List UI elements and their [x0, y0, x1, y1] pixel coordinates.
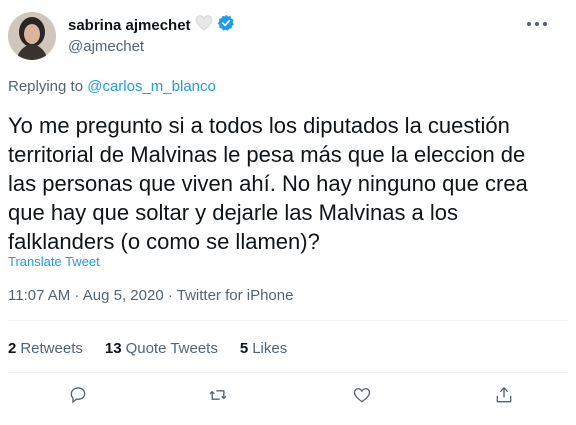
like-icon[interactable] — [350, 383, 374, 407]
author-handle[interactable]: @ajmechet — [68, 38, 144, 55]
share-icon[interactable] — [492, 383, 516, 407]
reply-icon[interactable] — [66, 383, 90, 407]
tweet-stats: 2 Retweets 13 Quote Tweets 5 Likes — [8, 340, 287, 357]
avatar-image — [8, 12, 56, 60]
author-name-row: sabrina ajmechet — [68, 14, 235, 37]
translate-tweet-link[interactable]: Translate Tweet — [8, 254, 100, 269]
verified-badge-icon — [217, 14, 235, 37]
quote-tweets-count: 13 — [104, 340, 122, 357]
replying-prefix: Replying to — [8, 78, 84, 95]
quote-tweets-label: Quote Tweets — [125, 340, 218, 357]
retweets-stat[interactable]: 2 Retweets — [8, 340, 83, 357]
tweet-text: Yo me pregunto si a todos los diputados … — [8, 113, 528, 254]
avatar[interactable] — [8, 12, 56, 60]
more-icon[interactable] — [526, 10, 548, 33]
reply-to-handle-link[interactable]: @carlos_m_blanco — [87, 78, 216, 95]
likes-stat[interactable]: 5 Likes — [240, 340, 287, 357]
retweets-count: 2 — [8, 340, 17, 357]
divider — [8, 372, 568, 373]
divider — [8, 320, 568, 321]
tweet-timestamp[interactable]: 11:07 AM · Aug 5, 2020 · Twitter for iPh… — [8, 287, 293, 304]
likes-count: 5 — [239, 340, 249, 357]
tweet-actions — [0, 383, 576, 413]
retweet-icon[interactable] — [206, 383, 230, 407]
white-heart-icon — [195, 15, 213, 36]
quote-tweets-stat[interactable]: 13 Quote Tweets — [105, 340, 218, 357]
author-name[interactable]: sabrina ajmechet — [68, 17, 191, 34]
replying-to: Replying to @carlos_m_blanco — [8, 78, 216, 95]
retweets-label: Retweets — [20, 340, 83, 357]
likes-label: Likes — [252, 340, 288, 357]
